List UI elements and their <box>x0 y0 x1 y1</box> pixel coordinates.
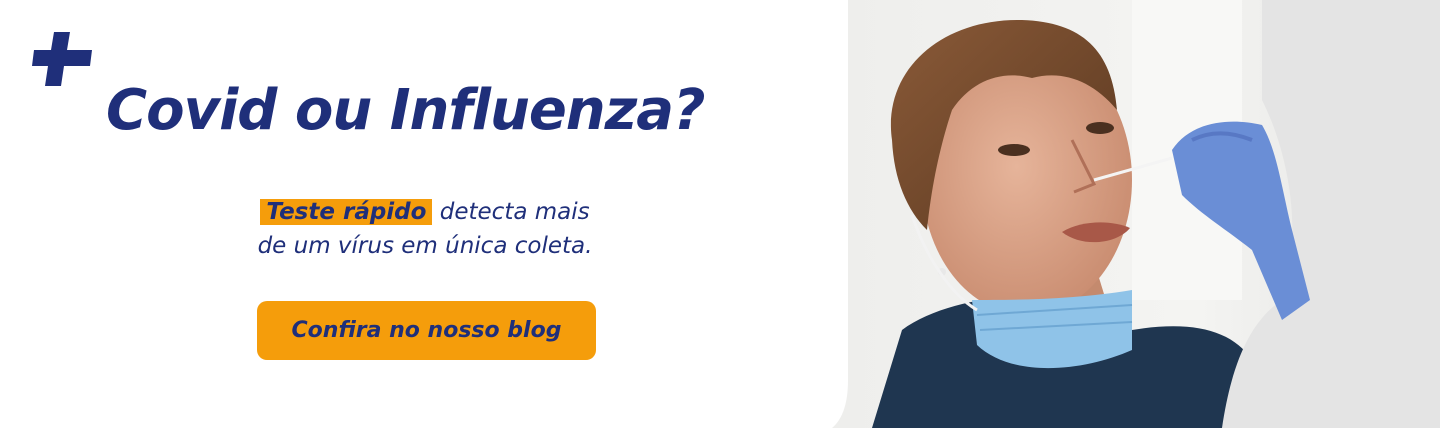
banner-content: Covid ou Influenza? Teste rápido detecta… <box>0 0 860 428</box>
subtitle-line-1: Teste rápido detecta mais <box>200 195 650 229</box>
banner-subtitle: Teste rápido detecta mais de um vírus em… <box>200 195 650 263</box>
blog-cta-button[interactable]: Confira no nosso blog <box>257 301 596 360</box>
banner-title: Covid ou Influenza? <box>106 78 706 143</box>
subtitle-line-1-rest: detecta mais <box>432 199 590 225</box>
subtitle-line-2: de um vírus em única coleta. <box>257 233 593 259</box>
hero-photo <box>832 0 1440 428</box>
subtitle-highlight: Teste rápido <box>260 199 433 225</box>
plus-icon <box>32 32 92 86</box>
promo-banner[interactable]: Covid ou Influenza? Teste rápido detecta… <box>0 0 1440 428</box>
